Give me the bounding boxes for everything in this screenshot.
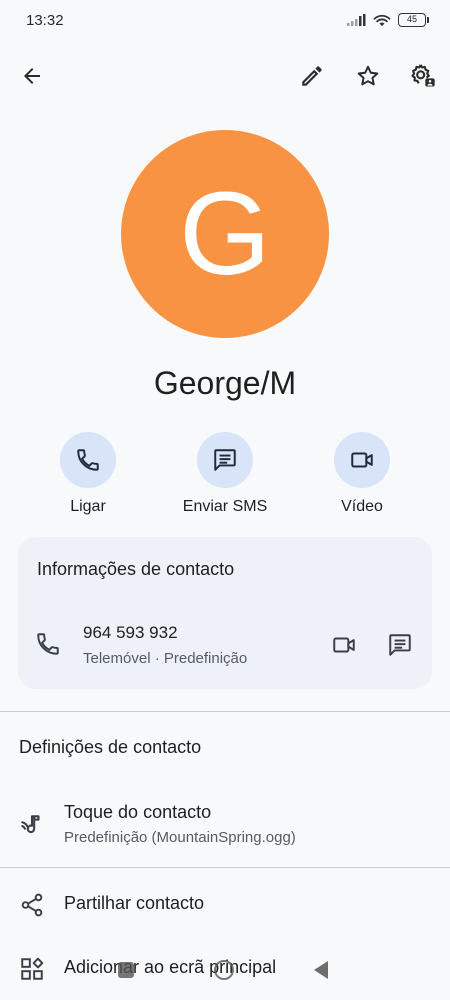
top-app-bar (0, 52, 450, 100)
send-sms-button[interactable] (384, 629, 416, 661)
message-icon (214, 449, 236, 471)
system-navigation-bar (0, 950, 450, 994)
contact-name: George/M (153, 365, 297, 401)
video-button[interactable] (334, 432, 390, 488)
phone-number: 964 593 932 (83, 623, 178, 642)
contact-settings-title: Definições de contacto (19, 737, 202, 757)
system-back-button[interactable] (314, 961, 328, 979)
sms-label: Enviar SMS (182, 498, 268, 515)
favorite-button[interactable] (346, 54, 390, 98)
status-bar: 13:32 45 (0, 0, 450, 40)
ringtone-row[interactable]: Toque do contacto Predefinição (Mountain… (0, 790, 450, 860)
sms-button[interactable] (197, 432, 253, 488)
quick-actions: Ligar Enviar SMS Vídeo (0, 432, 450, 522)
divider (0, 711, 450, 712)
star-outline-icon (357, 65, 379, 86)
phone-type: Telemóvel · Predefinição (83, 650, 248, 667)
wifi-icon (373, 14, 391, 27)
video-camera-icon (333, 637, 355, 653)
message-icon (389, 634, 411, 656)
phone-icon (37, 633, 59, 655)
home-button[interactable] (214, 960, 234, 980)
video-action[interactable]: Vídeo (302, 432, 422, 516)
video-call-button[interactable] (328, 629, 360, 661)
contact-avatar: G (121, 130, 329, 338)
contact-info-title: Informações de contacto (37, 559, 235, 579)
video-label: Vídeo (341, 498, 383, 515)
phone-number-row[interactable]: 964 593 932 Telemóvel · Predefinição (18, 613, 432, 673)
call-button[interactable] (60, 432, 116, 488)
ringtone-title: Toque do contacto (64, 802, 212, 822)
share-contact-label: Partilhar contacto (64, 893, 205, 913)
recent-apps-button[interactable] (118, 962, 134, 978)
avatar-letter: G (179, 168, 271, 300)
divider (0, 867, 450, 868)
phone-icon (77, 449, 99, 471)
edit-button[interactable] (290, 54, 334, 98)
call-label: Ligar (70, 498, 106, 515)
battery-icon: 45 (398, 13, 429, 27)
video-camera-icon (351, 452, 373, 468)
signal-icon (347, 14, 366, 26)
share-contact-row[interactable]: Partilhar contacto (0, 880, 450, 930)
contact-info-card: Informações de contacto 964 593 932 Tele… (18, 537, 432, 689)
back-button[interactable] (10, 54, 54, 98)
ringtone-icon (21, 815, 40, 834)
settings-gear-icon (411, 64, 435, 87)
ringtone-value: Predefinição (MountainSpring.ogg) (64, 829, 296, 846)
status-time: 13:32 (26, 11, 64, 29)
sms-action[interactable]: Enviar SMS (165, 432, 285, 516)
call-action[interactable]: Ligar (28, 432, 148, 516)
share-icon (21, 893, 43, 917)
edit-pencil-icon (302, 66, 322, 86)
status-icons: 45 (346, 12, 429, 28)
contact-settings-button[interactable] (401, 54, 445, 98)
back-arrow-icon (24, 68, 40, 84)
